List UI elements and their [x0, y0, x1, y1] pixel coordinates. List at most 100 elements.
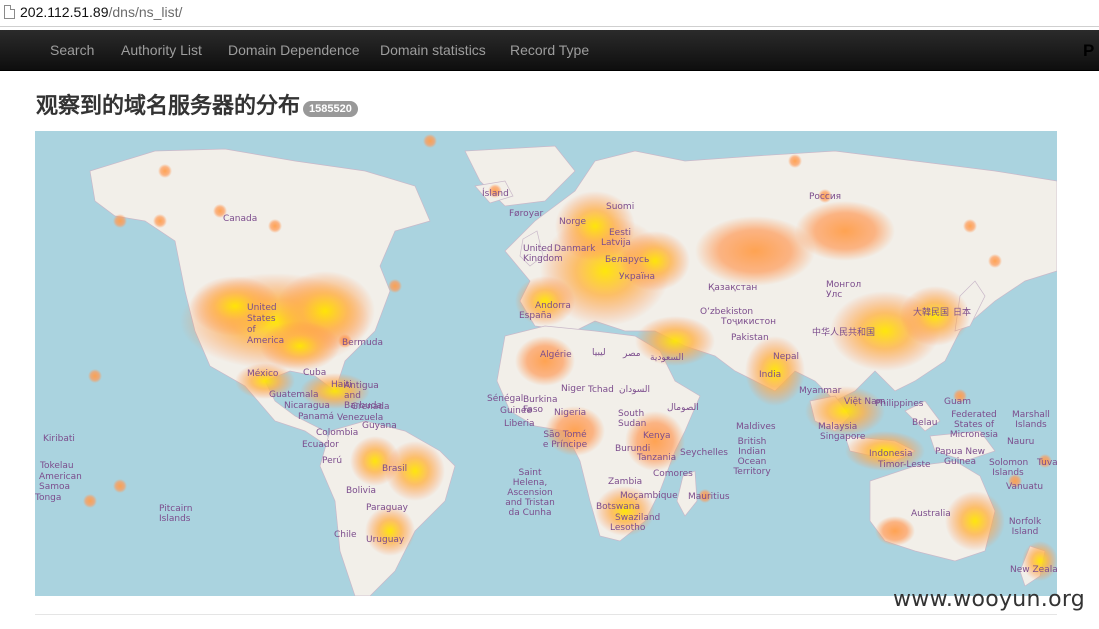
map-label: Россия	[809, 192, 842, 202]
map-label: Nepal	[773, 352, 799, 362]
map-label: Cuba	[303, 368, 327, 378]
map-label: Belau	[912, 418, 938, 428]
map-label: India	[759, 370, 782, 380]
map-label: Tchad	[588, 385, 614, 395]
top-navbar: Search Authority List Domain Dependence …	[0, 30, 1099, 71]
map-label: Panamá	[298, 412, 335, 422]
map-label: Suomi	[606, 202, 635, 212]
map-label: Ecuador	[302, 440, 339, 450]
map-label: السعودية	[650, 353, 684, 363]
map-label: Қазақстан	[708, 283, 758, 293]
nav-domain-dependence[interactable]: Domain Dependence	[228, 42, 360, 58]
map-label: Kiribati	[43, 434, 75, 444]
address-bar[interactable]: 202.112.51.89/dns/ns_list/	[0, 0, 1099, 27]
nav-authority-list[interactable]: Authority List	[121, 42, 202, 58]
page-title-text: 观察到的域名服务器的分布	[36, 94, 301, 119]
map-label: Nicaragua	[284, 401, 330, 411]
map-label: Timor-Leste	[878, 460, 931, 470]
map-label: Australia	[911, 509, 951, 519]
page-icon	[4, 5, 15, 19]
map-label: Guinée	[500, 406, 532, 416]
map-label: Norfolk Island	[1008, 517, 1042, 537]
map-label: Tuvalu	[1037, 458, 1057, 468]
map-label: Liberia	[504, 419, 535, 429]
map-label: Uruguay	[366, 535, 405, 545]
map-label: Swaziland	[615, 513, 661, 523]
map-label: Comores	[653, 469, 693, 479]
map-label: Eesti	[609, 228, 631, 238]
map-label: Україна	[619, 272, 656, 282]
url-text[interactable]: 202.112.51.89/dns/ns_list/	[20, 4, 182, 20]
map-label: 日本	[953, 308, 972, 318]
map-label: Oʻzbekiston	[700, 307, 754, 317]
map-label: Myanmar	[799, 386, 842, 396]
map-label: Mauritius	[688, 492, 730, 502]
map-label: Singapore	[820, 432, 866, 442]
map-label: Tonga	[35, 493, 62, 503]
map-label: Andorra	[535, 301, 571, 311]
map-label: Ísland	[482, 189, 509, 199]
map-label: Canada	[223, 214, 258, 224]
map-label: Latvija	[601, 238, 631, 248]
count-badge: 1585520	[303, 101, 358, 117]
map-label: New Zealand	[1010, 565, 1057, 575]
map-label: Sénégal	[487, 394, 524, 404]
map-label: Nigeria	[554, 408, 587, 418]
map-label: American Samoa	[39, 472, 82, 492]
nav-search[interactable]: Search	[50, 42, 94, 58]
map-label: Federated States of Micronesia	[949, 410, 999, 440]
map-label: México	[247, 369, 279, 379]
map-label: Bolivia	[346, 486, 377, 496]
map-label: Danmark	[554, 244, 596, 254]
map-label: Moçambique	[620, 491, 678, 501]
map-label: Монгол Улс	[826, 280, 862, 300]
watermark: www.wooyun.org	[893, 587, 1086, 612]
url-host: 202.112.51.89	[20, 4, 109, 20]
map-label: British Indian Ocean Territory	[733, 437, 771, 477]
map-label: United States of America	[247, 303, 285, 346]
map-label: Kenya	[643, 431, 671, 441]
map-label: Guatemala	[269, 390, 319, 400]
map-label: Papua New Guinea	[935, 447, 985, 467]
map-label: Tokelau	[40, 461, 74, 471]
nav-record-type[interactable]: Record Type	[510, 42, 589, 58]
url-path: /dns/ns_list/	[108, 4, 183, 20]
map-label: España	[519, 311, 552, 321]
page-title: 观察到的域名服务器的分布 1585520	[36, 88, 358, 120]
map-label: Botswana	[596, 502, 640, 512]
map-label: Vanuatu	[1006, 482, 1044, 492]
map-label: 大韓民国	[913, 308, 950, 318]
map-label: Niger	[561, 384, 586, 394]
map-label: Chile	[334, 530, 357, 540]
map-label: Marshall Islands	[1012, 410, 1050, 430]
map-label: ليبيا	[592, 348, 606, 358]
map-label: Perú	[322, 456, 343, 466]
map-label: Grenada	[351, 402, 390, 412]
map-label: Malaysia	[818, 422, 858, 432]
map-label: Pitcairn Islands	[159, 504, 193, 524]
map-label: Algérie	[540, 350, 572, 360]
nameserver-distribution-map[interactable]: Canada United States of America México C…	[35, 131, 1057, 596]
map-label: Guyana	[362, 421, 397, 431]
map-label: Paraguay	[366, 503, 409, 513]
map-canvas	[83, 134, 1057, 596]
map-label: Nauru	[1007, 437, 1035, 447]
map-label: Беларусь	[605, 255, 650, 265]
map-label: Lesotho	[610, 523, 646, 533]
map-label: Brasil	[382, 464, 408, 474]
divider	[35, 614, 1057, 615]
map-label: Tanzania	[637, 453, 677, 463]
map-label: Bermuda	[342, 338, 383, 348]
map-label: Zambia	[608, 477, 643, 487]
map-label: Maldives	[736, 422, 776, 432]
map-label: Pakistan	[731, 333, 769, 343]
map-label: Føroyar	[509, 209, 544, 219]
map-label: United Kingdom	[523, 244, 563, 264]
map-label: Indonesia	[869, 449, 913, 459]
navbar-brand[interactable]: P	[1083, 41, 1094, 61]
nav-domain-statistics[interactable]: Domain statistics	[380, 42, 486, 58]
map-label: Norge	[559, 217, 587, 227]
map-label: Colombia	[316, 428, 359, 438]
map-label: مصر	[623, 349, 641, 359]
map-label: São Tomé e Príncipe	[542, 430, 588, 450]
